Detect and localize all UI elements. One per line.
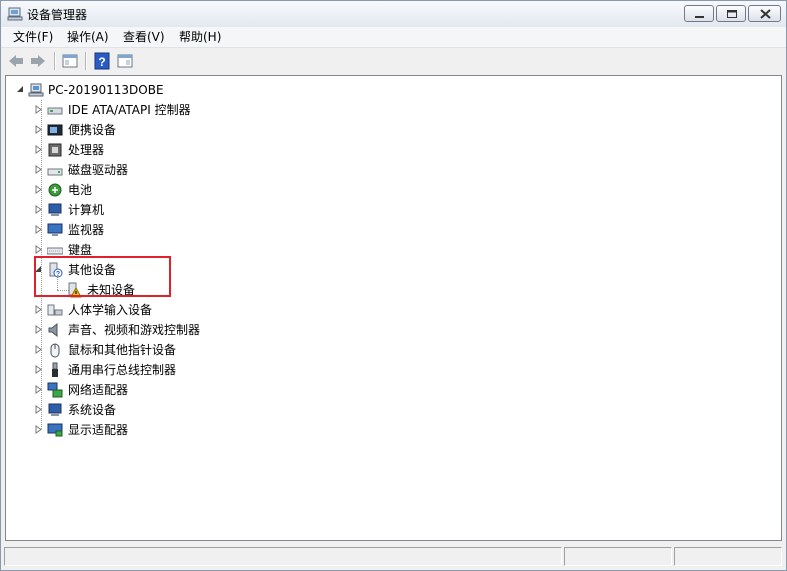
menu-action[interactable]: 操作(A) xyxy=(63,29,113,45)
expand-triangle-icon[interactable] xyxy=(34,365,43,374)
processor-icon xyxy=(48,143,62,157)
tree-item-network[interactable]: 网络适配器 xyxy=(6,380,406,400)
tree-item-label: 人体学输入设备 xyxy=(68,303,153,317)
tree-item-label: 声音、视频和游戏控制器 xyxy=(68,323,201,337)
help-icon[interactable]: ? xyxy=(93,52,111,70)
expand-triangle-icon[interactable] xyxy=(34,325,43,334)
collapse-triangle-icon[interactable] xyxy=(16,85,25,94)
back-arrow-icon[interactable] xyxy=(7,52,25,70)
menu-view[interactable]: 查看(V) xyxy=(119,29,169,45)
disk-drive-icon xyxy=(47,168,63,176)
toolbar-separator xyxy=(85,52,87,70)
tree-item-disk[interactable]: 磁盘驱动器 xyxy=(6,160,406,180)
title-bar[interactable]: 设备管理器 xyxy=(1,1,786,27)
window-title: 设备管理器 xyxy=(27,8,88,22)
display-adapter-icon xyxy=(47,423,63,437)
expand-triangle-icon[interactable] xyxy=(34,385,43,394)
device-manager-icon xyxy=(7,7,23,21)
hid-icon xyxy=(47,304,63,316)
tree-item-label: IDE ATA/ATAPI 控制器 xyxy=(68,103,191,117)
monitor-icon xyxy=(47,223,63,236)
tree-item-processor[interactable]: 处理器 xyxy=(6,140,406,160)
tree-item-monitor[interactable]: 监视器 xyxy=(6,220,406,240)
tree-item-label: 便携设备 xyxy=(68,123,117,137)
properties-pane-icon[interactable] xyxy=(116,52,134,70)
tree-item-system[interactable]: 系统设备 xyxy=(6,400,406,420)
minimize-icon xyxy=(695,16,704,18)
device-manager-window: 设备管理器 文件(F) 操作(A) 查看(V) 帮助(H) ? PC-20190… xyxy=(0,0,787,571)
device-tree[interactable]: PC-20190113DOBE IDE ATA/ATAPI 控制器 便携设备 处… xyxy=(5,75,782,541)
expand-triangle-icon[interactable] xyxy=(34,205,43,214)
expand-triangle-icon[interactable] xyxy=(34,345,43,354)
usb-icon xyxy=(52,362,58,377)
ide-controller-icon xyxy=(47,107,63,115)
toolbar: ? xyxy=(1,48,786,74)
tree-item-portable[interactable]: 便携设备 xyxy=(6,120,406,140)
expand-triangle-icon[interactable] xyxy=(34,145,43,154)
maximize-button[interactable] xyxy=(716,5,746,22)
network-adapter-icon xyxy=(47,382,63,398)
tree-item-battery[interactable]: 电池 xyxy=(6,180,406,200)
status-bar xyxy=(1,545,786,570)
expand-triangle-icon[interactable] xyxy=(34,225,43,234)
tree-item-label: 系统设备 xyxy=(68,403,117,417)
tree-item-label: 电池 xyxy=(68,183,93,197)
status-cell-3 xyxy=(674,547,782,566)
mouse-icon xyxy=(50,343,60,358)
expand-triangle-icon[interactable] xyxy=(34,165,43,174)
tree-item-hid[interactable]: 人体学输入设备 xyxy=(6,300,406,320)
tree-item-computer[interactable]: 计算机 xyxy=(6,200,406,220)
tree-item-label: 磁盘驱动器 xyxy=(68,163,129,177)
minimize-button[interactable] xyxy=(684,5,714,22)
tree-item-label: 处理器 xyxy=(68,143,105,157)
tree-item-sound[interactable]: 声音、视频和游戏控制器 xyxy=(6,320,406,340)
forward-arrow-icon[interactable] xyxy=(29,52,47,70)
system-device-icon xyxy=(48,403,62,416)
portable-device-icon xyxy=(47,124,63,136)
tree-item-label: 显示适配器 xyxy=(68,423,129,437)
sound-icon xyxy=(48,322,58,338)
tree-item-label: 计算机 xyxy=(68,203,105,217)
svg-text:?: ? xyxy=(98,55,105,69)
status-cell-2 xyxy=(564,547,672,566)
expand-triangle-icon[interactable] xyxy=(34,405,43,414)
tree-item-mouse[interactable]: 鼠标和其他指针设备 xyxy=(6,340,406,360)
expand-triangle-icon[interactable] xyxy=(34,305,43,314)
close-button[interactable] xyxy=(748,5,781,22)
tree-item-display[interactable]: 显示适配器 xyxy=(6,420,406,440)
tree-item-label: 鼠标和其他指针设备 xyxy=(68,343,177,357)
computer-root-icon xyxy=(28,83,44,97)
expand-triangle-icon[interactable] xyxy=(34,125,43,134)
tree-item-label: 监视器 xyxy=(68,223,105,237)
maximize-icon xyxy=(727,10,737,18)
tree-item-usb[interactable]: 通用串行总线控制器 xyxy=(6,360,406,380)
status-cell-main xyxy=(4,547,562,566)
toolbar-separator xyxy=(54,52,56,70)
tree-root-label: PC-20190113DOBE xyxy=(48,83,164,97)
menu-bar: 文件(F) 操作(A) 查看(V) 帮助(H) xyxy=(1,27,786,48)
menu-file[interactable]: 文件(F) xyxy=(9,29,57,45)
battery-icon xyxy=(48,183,62,197)
tree-item-label: 通用串行总线控制器 xyxy=(68,363,177,377)
expand-triangle-icon[interactable] xyxy=(34,185,43,194)
computer-icon xyxy=(48,203,62,216)
tree-root[interactable]: PC-20190113DOBE xyxy=(6,80,406,100)
tree-item-label: 网络适配器 xyxy=(68,383,129,397)
expand-triangle-icon[interactable] xyxy=(34,245,43,254)
red-highlight-box xyxy=(34,256,171,297)
expand-triangle-icon[interactable] xyxy=(34,425,43,434)
expand-triangle-icon[interactable] xyxy=(34,105,43,114)
show-hide-console-tree-icon[interactable] xyxy=(61,52,79,70)
close-icon xyxy=(760,9,771,19)
tree-item-ide[interactable]: IDE ATA/ATAPI 控制器 xyxy=(6,100,406,120)
menu-help[interactable]: 帮助(H) xyxy=(175,29,225,45)
